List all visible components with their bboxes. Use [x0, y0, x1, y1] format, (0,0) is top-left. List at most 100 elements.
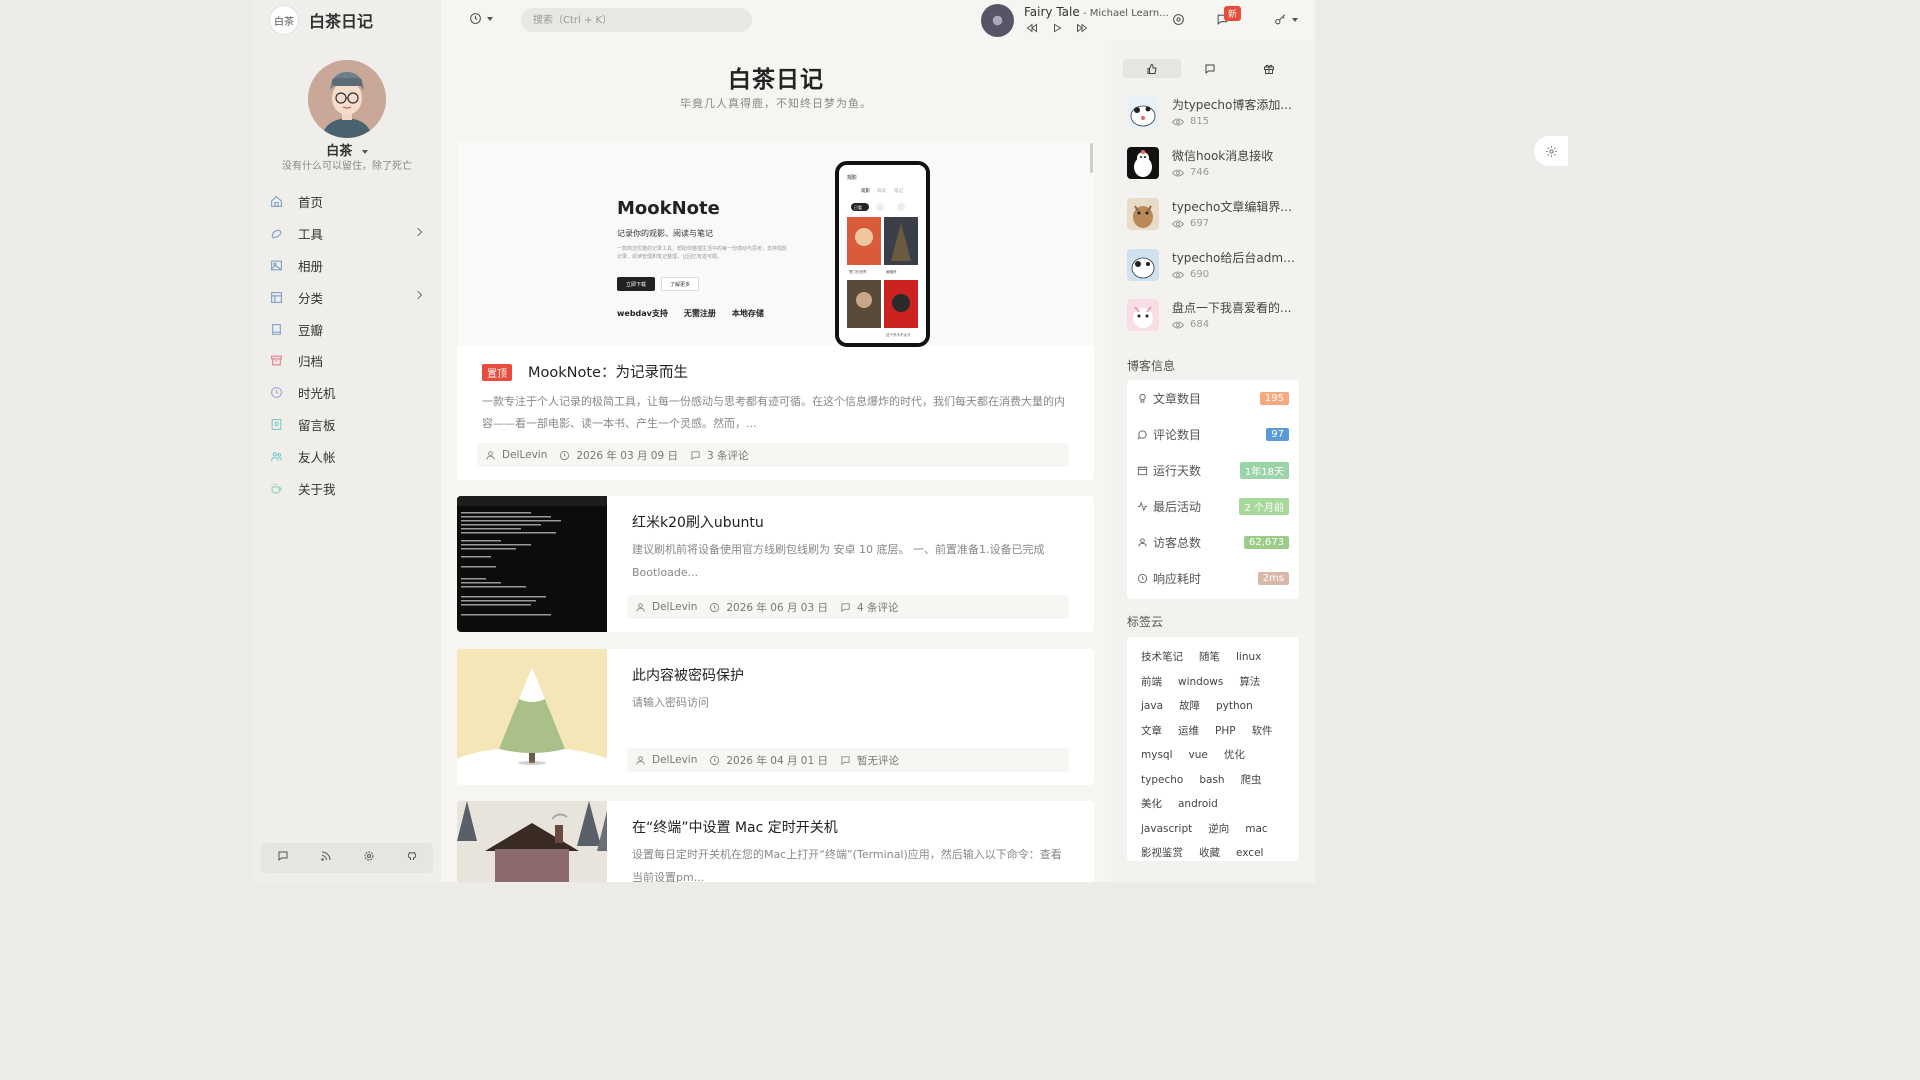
- popular-post-title: 为typecho博客添加...: [1172, 98, 1292, 112]
- comment-icon: [1205, 64, 1215, 74]
- tag-cloud-heading: 标签云: [1127, 615, 1164, 629]
- tag-item[interactable]: 软件: [1244, 719, 1281, 744]
- play-icon[interactable]: [1052, 22, 1062, 37]
- tag-item[interactable]: vue: [1181, 743, 1216, 768]
- nav-item-about[interactable]: 关于我: [269, 472, 425, 504]
- tag-item[interactable]: 文章: [1133, 719, 1170, 744]
- stat-row: 响应耗时 2ms: [1137, 568, 1289, 588]
- stat-value: 1年18天: [1239, 461, 1289, 479]
- tag-item[interactable]: java: [1133, 694, 1171, 719]
- gear-icon: [1545, 145, 1557, 157]
- tag-item[interactable]: linux: [1228, 645, 1269, 670]
- featured-post[interactable]: MookNote 记录你的观影、阅读与笔记 一款简洁优雅的记录工具，帮助你整理生…: [457, 141, 1094, 480]
- post-author[interactable]: DelLevin: [635, 754, 697, 766]
- popular-post[interactable]: 微信hook消息接收 746: [1127, 147, 1302, 187]
- post-comments[interactable]: 4 条评论: [840, 600, 899, 615]
- popular-post[interactable]: 盘点一下我喜爱看的... 684: [1127, 299, 1302, 339]
- popular-post[interactable]: 为typecho博客添加... 815: [1127, 96, 1302, 136]
- comment-icon: [691, 450, 700, 460]
- nav-item-album[interactable]: 相册: [269, 250, 425, 282]
- post-thumbnail[interactable]: [457, 649, 607, 785]
- nav-item-friends[interactable]: 友人帐: [269, 440, 425, 472]
- album-cover[interactable]: [981, 4, 1014, 37]
- tag-item[interactable]: python: [1208, 694, 1261, 719]
- settings-icon[interactable]: [363, 850, 375, 866]
- nav-item-douban[interactable]: 豆瓣: [269, 313, 425, 345]
- popular-post[interactable]: typecho给后台admi... 690: [1127, 249, 1302, 289]
- tag-item[interactable]: 逆向: [1200, 817, 1237, 842]
- tag-item[interactable]: 故障: [1171, 694, 1208, 719]
- tag-item[interactable]: windows: [1170, 670, 1231, 695]
- post-title[interactable]: 在“终端”中设置 Mac 定时开关机: [632, 817, 838, 837]
- post-title[interactable]: MookNote：为记录而生: [528, 361, 688, 382]
- github-icon[interactable]: [406, 850, 418, 866]
- tab-comments[interactable]: [1181, 59, 1239, 78]
- tag-item[interactable]: excel: [1228, 841, 1271, 866]
- song-title: Fairy Tale - Michael Learn...: [1024, 4, 1169, 19]
- search-input[interactable]: [521, 8, 752, 32]
- banner-features: webdav支持 无需注册 本地存储: [617, 308, 764, 319]
- tag-item[interactable]: 运维: [1170, 719, 1207, 744]
- tag-item[interactable]: 影视鉴赏: [1133, 841, 1191, 866]
- post-author[interactable]: DelLevin: [485, 449, 547, 461]
- post-card[interactable]: 此内容被密码保护 请输入密码访问 DelLevin 2026 年 04 月 01…: [457, 649, 1094, 785]
- tag-item[interactable]: 收藏: [1191, 841, 1228, 866]
- nav-item-home[interactable]: 首页: [269, 186, 425, 218]
- clock-icon: [470, 13, 481, 24]
- popular-post-thumbnail: [1127, 299, 1159, 331]
- settings-float-button[interactable]: [1534, 136, 1568, 166]
- key-menu[interactable]: [1274, 13, 1298, 26]
- post-thumbnail[interactable]: [457, 801, 607, 882]
- rss-icon[interactable]: [320, 850, 332, 866]
- nav-item-archive[interactable]: 归档: [269, 345, 425, 377]
- clock-icon: [269, 386, 283, 400]
- tag-item[interactable]: typecho: [1133, 768, 1191, 793]
- previous-icon[interactable]: [1026, 22, 1038, 37]
- tag-item[interactable]: javascript: [1133, 817, 1200, 842]
- popular-post-views: 690: [1172, 269, 1209, 280]
- comment-icon: [1137, 429, 1147, 439]
- post-author[interactable]: DelLevin: [635, 601, 697, 613]
- tag-item[interactable]: mac: [1237, 817, 1275, 842]
- tag-item[interactable]: 前端: [1133, 670, 1170, 695]
- featured-banner[interactable]: MookNote 记录你的观影、阅读与笔记 一款简洁优雅的记录工具，帮助你整理生…: [457, 141, 1094, 347]
- tag-item[interactable]: bash: [1191, 768, 1232, 793]
- post-thumbnail[interactable]: [457, 496, 607, 632]
- avatar[interactable]: [308, 60, 386, 138]
- tag-item[interactable]: mysql: [1133, 743, 1181, 768]
- tag-item[interactable]: 优化: [1216, 743, 1253, 768]
- tag-item[interactable]: android: [1170, 792, 1226, 817]
- post-card[interactable]: 在“终端”中设置 Mac 定时开关机 设置每日定时开关机在您的Mac上打开“终端…: [457, 801, 1094, 882]
- tag-item[interactable]: 算法: [1231, 670, 1268, 695]
- music-player[interactable]: Fairy Tale - Michael Learn...: [981, 4, 1169, 37]
- nav-item-tools[interactable]: 工具: [269, 218, 425, 250]
- brand[interactable]: 白茶 白茶日记: [269, 5, 373, 35]
- comment-icon[interactable]: [277, 850, 289, 866]
- tag-item[interactable]: 随笔: [1191, 645, 1228, 670]
- nav-item-category[interactable]: 分类: [269, 281, 425, 313]
- post-title[interactable]: 红米k20刷入ubuntu: [632, 512, 764, 532]
- stat-label: 文章数目: [1137, 390, 1201, 407]
- phone-tab: 观影: [861, 187, 870, 194]
- stat-label: 运行天数: [1137, 462, 1201, 479]
- tab-popular[interactable]: [1123, 59, 1182, 78]
- tab-gifts[interactable]: [1240, 59, 1298, 78]
- tag-item[interactable]: 技术笔记: [1133, 645, 1191, 670]
- phone-caption: 这个杀手不太冷: [886, 332, 911, 337]
- nav-item-timemachine[interactable]: 时光机: [269, 377, 425, 409]
- theme-toggle[interactable]: [469, 12, 493, 25]
- target-icon[interactable]: [1172, 13, 1185, 30]
- post-comments[interactable]: 暂无评论: [840, 753, 899, 768]
- tag-item[interactable]: 美化: [1133, 792, 1170, 817]
- tag-item[interactable]: PHP: [1207, 719, 1244, 744]
- stat-value: 2 个月前: [1239, 497, 1289, 515]
- post-title[interactable]: 此内容被密码保护: [632, 665, 744, 685]
- post-card[interactable]: 红米k20刷入ubuntu 建议刷机前将设备使用官方线刷包线刷为 安卓 10 底…: [457, 496, 1094, 632]
- popular-post[interactable]: typecho文章编辑界... 697: [1127, 198, 1302, 238]
- nav-item-guestbook[interactable]: 留言板: [269, 409, 425, 441]
- next-icon[interactable]: [1076, 22, 1088, 37]
- popular-post-title: 微信hook消息接收: [1172, 149, 1274, 163]
- post-comments[interactable]: 3 条评论: [690, 448, 749, 463]
- banner-scrollbar[interactable]: [1090, 143, 1093, 173]
- tag-item[interactable]: 爬虫: [1233, 768, 1270, 793]
